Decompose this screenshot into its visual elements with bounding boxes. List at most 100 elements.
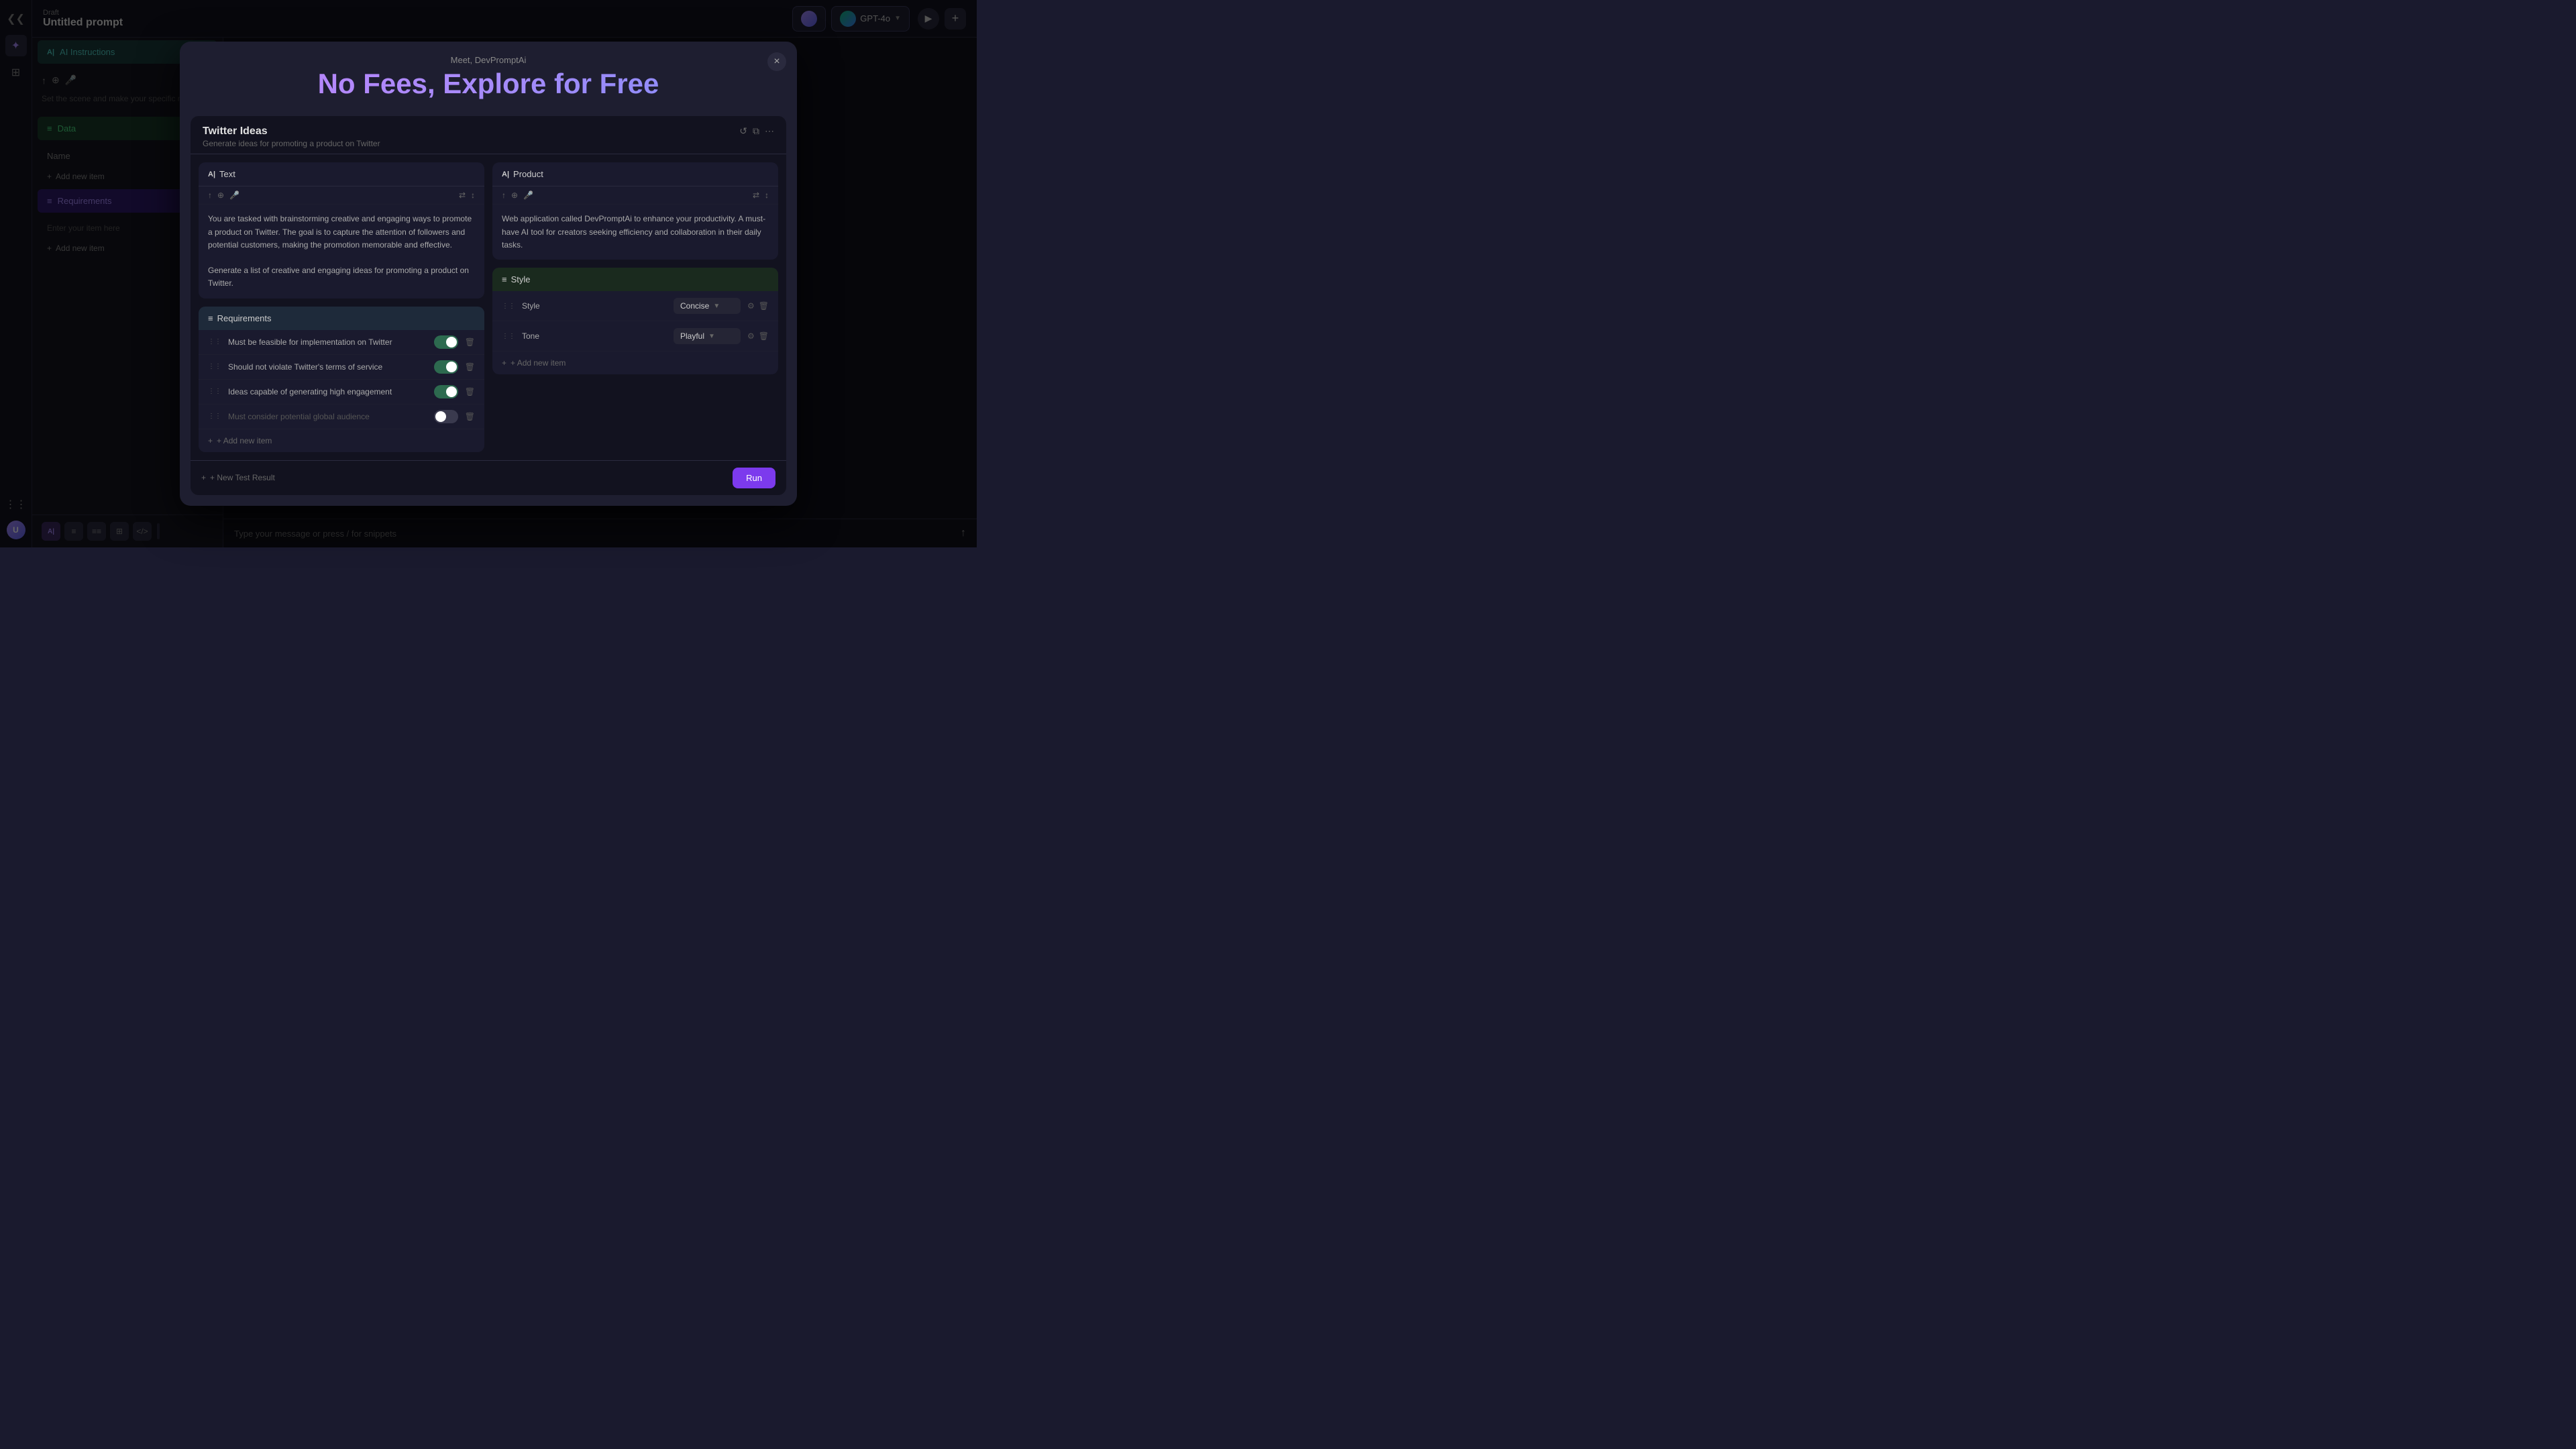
style-label: Style [511, 274, 531, 284]
more-icon[interactable]: ⋯ [765, 125, 774, 137]
run-purple-button[interactable]: Run [733, 468, 775, 488]
text-section-toolbar: ↑ ⊕ 🎤 ⇄ ↕ [199, 186, 484, 205]
add-style-row[interactable]: + + Add new item [492, 352, 778, 374]
product-upload-icon[interactable]: ↑ [502, 191, 506, 200]
add-req-row[interactable]: + + Add new item [199, 429, 484, 452]
style-row-label-1: Tone [522, 331, 667, 341]
product-format-icon[interactable]: ⇄ [753, 191, 759, 200]
text-label: Text [219, 169, 235, 179]
modal-overlay[interactable]: × Meet, DevPromptAi No Fees, Explore for… [0, 0, 977, 547]
chevron-down-style-1: ▼ [708, 333, 715, 340]
req-delete-1[interactable]: 🗑 [465, 362, 475, 372]
req-toggle-3[interactable] [434, 410, 458, 423]
style-settings-icon-1[interactable]: ⚙ [747, 331, 755, 341]
req-icon: ≡ [208, 313, 213, 323]
modal-hero-title: No Fees, Explore for Free [196, 68, 781, 103]
req-header: ≡ Requirements [199, 307, 484, 330]
product-section: A| Product ↑ ⊕ 🎤 ⇄ ↕ [492, 162, 778, 260]
product-section-header: A| Product [492, 162, 778, 186]
drag-handle-0[interactable]: ⋮⋮ [208, 338, 221, 345]
demo-subtitle: Generate ideas for promoting a product o… [203, 139, 380, 148]
req-item-label-3: Must consider potential global audience [228, 412, 427, 421]
style-dropdown-0[interactable]: Concise ▼ [674, 298, 741, 314]
plus-icon-test: + [201, 473, 206, 482]
modal-meet-label: Meet, DevPromptAi [196, 55, 781, 65]
demo-header-left: Twitter Ideas Generate ideas for promoti… [203, 125, 380, 148]
req-item-2: ⋮⋮ Ideas capable of generating high enga… [199, 380, 484, 405]
req-toggle-1[interactable] [434, 360, 458, 374]
style-delete-icon-0[interactable]: 🗑 [759, 301, 769, 311]
refresh-icon[interactable]: ↺ [739, 125, 747, 137]
text-paragraph-2: Generate a list of creative and engaging… [208, 264, 475, 290]
product-mic-icon[interactable]: 🎤 [523, 191, 533, 200]
text-ai-icon: A| [208, 170, 215, 178]
app-container: ❮❮ ✦ ⊞ ⋮⋮ U Draft Untitled prompt GPT-4o… [0, 0, 977, 547]
style-icons-0: ⚙ 🗑 [747, 301, 769, 311]
req-item-1: ⋮⋮ Should not violate Twitter's terms of… [199, 355, 484, 380]
style-drag-0[interactable]: ⋮⋮ [502, 303, 515, 310]
style-value-1: Playful [680, 331, 704, 341]
drag-handle-3[interactable]: ⋮⋮ [208, 413, 221, 420]
req-toggle-0[interactable] [434, 335, 458, 349]
text-upload-icon[interactable]: ↑ [208, 191, 212, 200]
text-expand-icon[interactable]: ↕ [471, 191, 475, 200]
style-icons-1: ⚙ 🗑 [747, 331, 769, 341]
requirements-section-demo: ≡ Requirements ⋮⋮ Must be feasible for i… [199, 307, 484, 452]
add-req-demo-label: + Add new item [217, 436, 272, 445]
product-share-icon[interactable]: ⊕ [511, 191, 518, 200]
modal-header: × Meet, DevPromptAi No Fees, Explore for… [180, 42, 797, 108]
demo-header-icons: ↺ ⧉ ⋯ [739, 125, 774, 137]
req-delete-3[interactable]: 🗑 [465, 412, 475, 421]
text-share-icon[interactable]: ⊕ [217, 191, 224, 200]
demo-bottom-bar: + + New Test Result Run [191, 460, 786, 495]
style-delete-icon-1[interactable]: 🗑 [759, 331, 769, 341]
text-content: You are tasked with brainstorming creati… [199, 205, 484, 298]
req-toggle-2[interactable] [434, 385, 458, 398]
demo-ui: Twitter Ideas Generate ideas for promoti… [191, 116, 786, 494]
style-dropdown-1[interactable]: Playful ▼ [674, 328, 741, 344]
drag-handle-1[interactable]: ⋮⋮ [208, 363, 221, 370]
add-style-label: + Add new item [511, 358, 566, 368]
style-header: ≡ Style [492, 268, 778, 291]
demo-title: Twitter Ideas [203, 125, 380, 138]
modal: × Meet, DevPromptAi No Fees, Explore for… [180, 42, 797, 505]
product-label: Product [513, 169, 543, 179]
style-row-label-0: Style [522, 301, 667, 311]
req-delete-2[interactable]: 🗑 [465, 387, 475, 396]
chevron-down-style-0: ▼ [713, 303, 720, 310]
product-section-toolbar: ↑ ⊕ 🎤 ⇄ ↕ [492, 186, 778, 205]
req-item-label-1: Should not violate Twitter's terms of se… [228, 362, 427, 372]
req-item-label-2: Ideas capable of generating high engagem… [228, 387, 427, 396]
product-expand-icon[interactable]: ↕ [765, 191, 769, 200]
text-format-icon[interactable]: ⇄ [459, 191, 466, 200]
text-paragraph-1: You are tasked with brainstorming creati… [208, 213, 475, 252]
plus-icon-style: + [502, 358, 506, 368]
text-section-header: A| Text [199, 162, 484, 186]
req-item-0: ⋮⋮ Must be feasible for implementation o… [199, 330, 484, 355]
new-test-text: + New Test Result [210, 473, 275, 482]
text-section: A| Text ↑ ⊕ 🎤 ⇄ ↕ [199, 162, 484, 298]
product-paragraph: Web application called DevPromptAi to en… [502, 213, 769, 252]
req-delete-0[interactable]: 🗑 [465, 337, 475, 347]
product-content: Web application called DevPromptAi to en… [492, 205, 778, 260]
demo-header: Twitter Ideas Generate ideas for promoti… [191, 116, 786, 154]
style-section: ≡ Style ⋮⋮ Style Concise ▼ [492, 268, 778, 374]
req-label: Requirements [217, 313, 272, 323]
style-row-0: ⋮⋮ Style Concise ▼ ⚙ 🗑 [492, 291, 778, 321]
plus-icon-req-demo: + [208, 436, 213, 445]
req-item-label-0: Must be feasible for implementation on T… [228, 337, 427, 347]
style-drag-1[interactable]: ⋮⋮ [502, 333, 515, 340]
demo-left-col: A| Text ↑ ⊕ 🎤 ⇄ ↕ [199, 162, 484, 451]
demo-right-col: A| Product ↑ ⊕ 🎤 ⇄ ↕ [492, 162, 778, 451]
modal-close-button[interactable]: × [767, 52, 786, 71]
demo-body: A| Text ↑ ⊕ 🎤 ⇄ ↕ [191, 154, 786, 460]
style-row-1: ⋮⋮ Tone Playful ▼ ⚙ 🗑 [492, 321, 778, 352]
drag-handle-2[interactable]: ⋮⋮ [208, 388, 221, 395]
style-settings-icon-0[interactable]: ⚙ [747, 301, 755, 311]
text-mic-icon[interactable]: 🎤 [229, 191, 239, 200]
new-test-label[interactable]: + + New Test Result [201, 473, 275, 482]
copy-icon[interactable]: ⧉ [753, 125, 759, 137]
product-ai-icon: A| [502, 170, 509, 178]
style-value-0: Concise [680, 301, 709, 311]
req-item-3: ⋮⋮ Must consider potential global audien… [199, 405, 484, 429]
